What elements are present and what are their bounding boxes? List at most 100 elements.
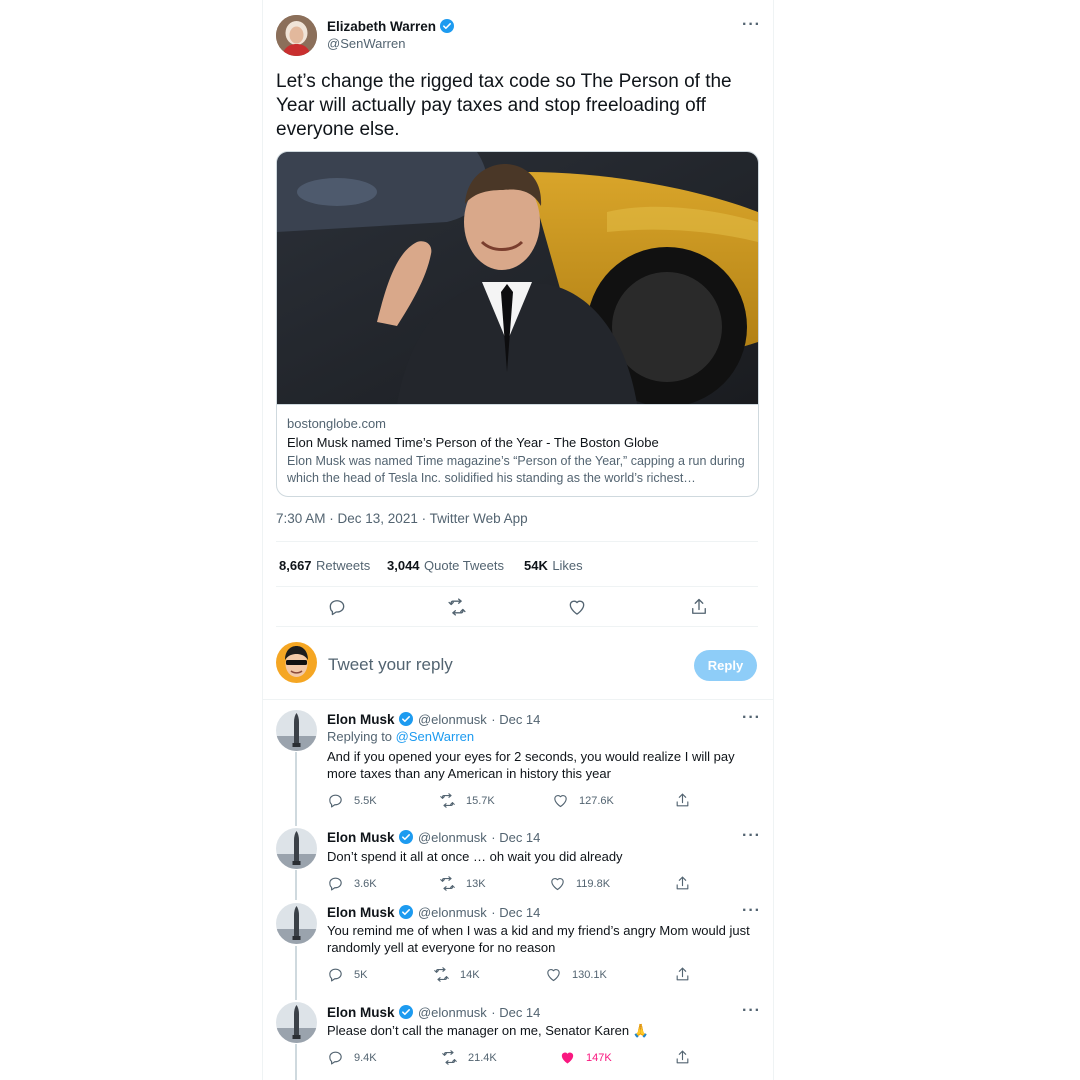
reply-icon <box>327 875 344 892</box>
reply-author-name[interactable]: Elon Musk <box>327 830 395 845</box>
link-card[interactable]: bostonglobe.com Elon Musk named Time’s P… <box>276 151 759 497</box>
reply-author-handle[interactable]: @elonmusk <box>418 905 487 920</box>
author-avatar[interactable] <box>276 15 317 56</box>
reply-text: You remind me of when I was a kid and my… <box>327 923 750 955</box>
reply-action[interactable]: 3.6K <box>327 875 377 892</box>
replying-to-prefix: Replying to <box>327 729 396 744</box>
link-card-image <box>277 152 758 404</box>
divider <box>262 699 773 700</box>
retweet-count: 14K <box>460 968 480 981</box>
author-handle[interactable]: @SenWarren <box>327 36 405 51</box>
reply-avatar[interactable] <box>276 828 317 869</box>
quotes-label: Quote Tweets <box>424 558 504 573</box>
like-icon <box>545 966 562 983</box>
reply-avatar[interactable] <box>276 903 317 944</box>
retweets-stat[interactable]: 8,667 Retweets <box>279 557 370 575</box>
reply-header: Elon Musk @elonmusk · Dec 14 <box>327 711 540 729</box>
reply-icon <box>327 1049 344 1066</box>
share-icon[interactable] <box>674 1049 691 1066</box>
author-name-row: Elizabeth Warren <box>327 18 455 36</box>
like-count: 127.6K <box>579 794 614 807</box>
reply-author-name[interactable]: Elon Musk <box>327 905 395 920</box>
divider <box>276 586 758 587</box>
like-count: 130.1K <box>572 968 607 981</box>
replying-to-link[interactable]: @SenWarren <box>396 729 474 744</box>
reply-action[interactable]: 5.5K <box>327 792 377 809</box>
reply-header: Elon Musk @elonmusk · Dec 14 <box>327 904 540 922</box>
reply-header: Elon Musk @elonmusk · Dec 14 <box>327 829 540 847</box>
reply-text: Don’t spend it all at once … oh wait you… <box>327 849 623 864</box>
share-icon[interactable] <box>674 792 691 809</box>
reply-date[interactable]: · Dec 14 <box>491 712 540 727</box>
more-icon[interactable]: ··· <box>742 902 761 920</box>
verified-badge-icon <box>398 829 414 845</box>
share-icon[interactable] <box>674 966 691 983</box>
like-action[interactable]: 127.6K <box>552 792 614 809</box>
reply-author-handle[interactable]: @elonmusk <box>418 712 487 727</box>
like-icon <box>549 875 566 892</box>
reply-button[interactable]: Reply <box>694 650 757 681</box>
verified-badge-icon <box>398 904 414 920</box>
likes-stat[interactable]: 54K Likes <box>524 557 583 575</box>
reply-avatar[interactable] <box>276 1002 317 1043</box>
reply-icon[interactable] <box>327 597 347 617</box>
share-icon[interactable] <box>689 597 709 617</box>
retweets-count: 8,667 <box>279 558 312 573</box>
reply-count: 3.6K <box>354 877 377 890</box>
like-icon <box>552 792 569 809</box>
replying-to: Replying to @SenWarren <box>327 729 474 744</box>
author-name[interactable]: Elizabeth Warren <box>327 19 436 34</box>
retweet-icon <box>439 875 456 892</box>
more-icon[interactable]: ··· <box>742 1002 761 1020</box>
share-icon[interactable] <box>674 875 691 892</box>
link-card-description: Elon Musk was named Time magazine’s “Per… <box>287 454 745 485</box>
reply-action[interactable]: 5K <box>327 966 367 983</box>
reply-author-handle[interactable]: @elonmusk <box>418 1005 487 1020</box>
retweet-action[interactable]: 21.4K <box>441 1049 497 1066</box>
tweet-timestamp[interactable]: 7:30 AM · Dec 13, 2021 · Twitter Web App <box>276 511 528 526</box>
reply-icon <box>327 792 344 809</box>
more-icon[interactable]: ··· <box>742 709 761 727</box>
retweet-action[interactable]: 15.7K <box>439 792 495 809</box>
thread-connector <box>295 946 297 1000</box>
current-user-avatar[interactable] <box>276 642 317 683</box>
reply-text: And if you opened your eyes for 2 second… <box>327 749 735 781</box>
thread-connector <box>295 870 297 900</box>
like-icon[interactable] <box>567 597 587 617</box>
retweet-action[interactable]: 14K <box>433 966 480 983</box>
reply-action[interactable]: 9.4K <box>327 1049 377 1066</box>
like-count: 147K <box>586 1051 612 1064</box>
retweet-count: 21.4K <box>468 1051 497 1064</box>
retweet-action[interactable]: 13K <box>439 875 486 892</box>
more-icon[interactable]: ··· <box>742 16 761 34</box>
reply-composer-input[interactable]: Tweet your reply <box>328 655 453 675</box>
reply-date[interactable]: · Dec 14 <box>491 830 540 845</box>
retweet-icon <box>433 966 450 983</box>
likes-label: Likes <box>552 558 583 573</box>
verified-badge-icon <box>398 711 414 727</box>
like-action[interactable]: 147K <box>559 1049 612 1066</box>
reply-text: Please don’t call the manager on me, Sen… <box>327 1023 649 1038</box>
link-card-domain: bostonglobe.com <box>287 416 387 431</box>
retweet-icon[interactable] <box>447 597 467 617</box>
verified-badge-icon <box>398 1004 414 1020</box>
retweet-icon <box>441 1049 458 1066</box>
like-action[interactable]: 130.1K <box>545 966 607 983</box>
reply-author-handle[interactable]: @elonmusk <box>418 830 487 845</box>
quote-tweets-stat[interactable]: 3,044 Quote Tweets <box>387 557 504 575</box>
like-icon <box>559 1049 576 1066</box>
like-count: 119.8K <box>576 877 611 890</box>
reply-author-name[interactable]: Elon Musk <box>327 1005 395 1020</box>
quotes-count: 3,044 <box>387 558 420 573</box>
likes-count: 54K <box>524 558 548 573</box>
like-action[interactable]: 119.8K <box>549 875 610 892</box>
reply-author-name[interactable]: Elon Musk <box>327 712 395 727</box>
reply-date[interactable]: · Dec 14 <box>491 905 540 920</box>
reply-avatar[interactable] <box>276 710 317 751</box>
verified-badge-icon <box>439 18 455 34</box>
reply-date[interactable]: · Dec 14 <box>491 1005 540 1020</box>
more-icon[interactable]: ··· <box>742 827 761 845</box>
thread-connector <box>295 752 297 826</box>
reply-icon <box>327 966 344 983</box>
retweets-label: Retweets <box>316 558 371 573</box>
